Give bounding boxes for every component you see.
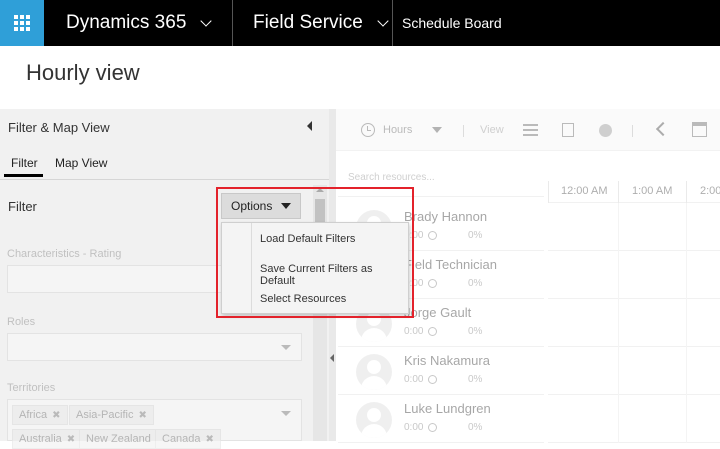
list-view-icon[interactable] — [523, 124, 538, 136]
roles-select[interactable] — [7, 333, 302, 361]
hours-value: 0:00 — [404, 374, 424, 385]
resource-name: Jorge Gault — [404, 305, 472, 320]
utilization-value: 0% — [468, 422, 483, 433]
time-label: 2:00 — [700, 185, 720, 197]
utilization-value: 0% — [468, 230, 483, 241]
timeline-row[interactable] — [548, 203, 720, 251]
tab-map-view[interactable]: Map View — [55, 156, 107, 170]
calendar-icon[interactable] — [692, 122, 707, 137]
timeline-row[interactable] — [548, 347, 720, 395]
territory-chip[interactable]: Africa ✖ — [12, 405, 68, 425]
time-tick — [686, 181, 687, 203]
board-toolbar: Hours View — [336, 109, 720, 151]
time-label: 12:00 AM — [561, 185, 608, 197]
divider — [392, 0, 393, 46]
chip-label: Canada — [162, 433, 201, 445]
app-name: Dynamics 365 — [66, 12, 187, 33]
clock-icon — [428, 375, 438, 384]
area-switcher[interactable]: Field Service — [253, 0, 389, 46]
clock-icon — [428, 279, 438, 288]
territory-chip[interactable]: Canada ✖ — [155, 429, 221, 449]
timeline-row[interactable] — [548, 299, 720, 347]
resource-name: Kris Nakamura — [404, 353, 490, 368]
remove-chip-icon[interactable]: ✖ — [52, 410, 60, 421]
territory-chip[interactable]: Asia-Pacific ✖ — [69, 405, 154, 425]
field-label-characteristics: Characteristics - Rating — [7, 248, 122, 260]
area-name: Field Service — [253, 12, 363, 33]
divider — [0, 179, 329, 180]
field-label-roles: Roles — [7, 316, 36, 328]
chevron-down-icon — [281, 345, 291, 350]
clock-icon — [428, 231, 438, 240]
highlight-box — [216, 187, 414, 318]
caret-down-icon[interactable] — [432, 127, 442, 133]
utilization-value: 0% — [468, 278, 483, 289]
top-nav-bar: Dynamics 365 Field Service Schedule Boar… — [0, 0, 720, 46]
app-switcher[interactable]: Dynamics 365 — [66, 0, 213, 46]
app-launcher-waffle-icon[interactable] — [0, 0, 44, 46]
time-label: 1:00 AM — [632, 185, 673, 197]
resource-hours: 0:00 — [404, 326, 438, 337]
chip-label: New Zealand — [86, 433, 151, 445]
collapse-panel-icon[interactable] — [307, 121, 312, 131]
resource-name: Luke Lundgren — [404, 401, 491, 416]
remove-chip-icon[interactable]: ✖ — [206, 434, 214, 445]
panel-title: Filter & Map View — [8, 120, 110, 135]
avatar — [356, 402, 392, 438]
view-mode-label[interactable]: Hours — [383, 124, 412, 136]
remove-chip-icon[interactable]: ✖ — [67, 434, 75, 445]
chevron-left-icon[interactable] — [655, 121, 671, 137]
time-tick — [618, 181, 619, 203]
page-title: Hourly view — [26, 60, 140, 85]
chevron-down-icon — [377, 15, 389, 27]
clock-icon — [361, 123, 375, 137]
hours-value: 0:00 — [404, 326, 424, 337]
map-view-icon[interactable] — [599, 124, 612, 137]
chevron-down-icon — [200, 15, 213, 27]
chip-label: Africa — [19, 409, 48, 421]
vertical-view-icon[interactable] — [562, 123, 574, 137]
hours-value: 0:00 — [404, 422, 424, 433]
divider — [232, 0, 233, 46]
chip-label: Asia-Pacific — [76, 409, 134, 421]
resource-row[interactable]: Luke Lundgren 0:00 0% — [338, 395, 544, 443]
resource-row[interactable]: Kris Nakamura 0:00 0% — [338, 347, 544, 395]
chevron-down-icon — [281, 411, 291, 416]
utilization-value: 0% — [468, 374, 483, 385]
divider — [463, 125, 464, 137]
field-label-territories: Territories — [7, 382, 56, 394]
timeline-row[interactable] — [548, 251, 720, 299]
resource-hours: 0:00 — [404, 422, 438, 433]
territory-chip[interactable]: Australia ✖ — [12, 429, 83, 449]
view-label: View — [480, 124, 504, 136]
avatar — [356, 354, 392, 390]
timeline-row[interactable] — [548, 395, 720, 443]
filter-section-title: Filter — [8, 199, 37, 214]
page-breadcrumb-label: Schedule Board — [402, 15, 502, 31]
chip-label: Australia — [19, 433, 62, 445]
selected-tab-indicator — [4, 174, 43, 177]
time-tick — [548, 181, 549, 203]
clock-icon — [428, 327, 438, 336]
resource-name: Brady Hannon — [404, 209, 488, 224]
divider — [632, 125, 633, 137]
remove-chip-icon[interactable]: ✖ — [138, 410, 146, 421]
breadcrumb[interactable]: Schedule Board — [402, 0, 502, 46]
tab-filter[interactable]: Filter — [11, 156, 38, 170]
collapse-arrow-icon[interactable] — [330, 354, 334, 362]
timeline-header: 12:00 AM 1:00 AM 2:00 — [548, 159, 720, 203]
utilization-value: 0% — [468, 326, 483, 337]
clock-icon — [428, 423, 438, 432]
resource-name: Field Technician — [404, 257, 497, 272]
resource-hours: 0:00 — [404, 374, 438, 385]
